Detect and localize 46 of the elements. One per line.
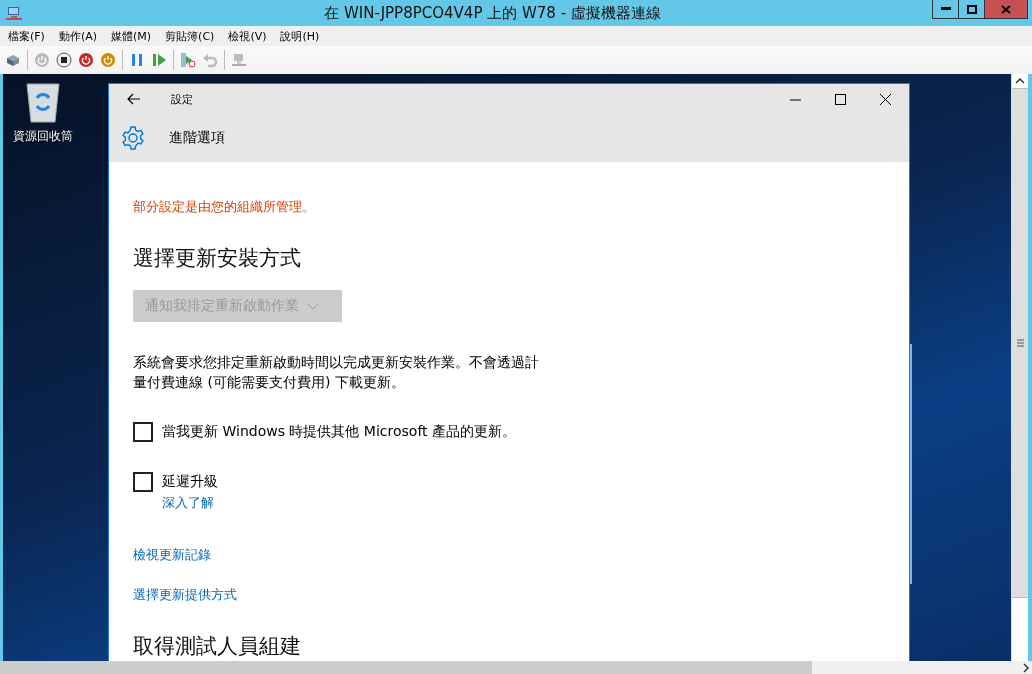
pause-icon[interactable] — [129, 52, 145, 68]
close-icon — [1001, 4, 1011, 14]
minimize-icon — [940, 7, 951, 11]
window-title: 在 WIN-JPP8PCO4V4P 上的 W78 - 虛擬機器連線 — [323, 3, 662, 23]
scroll-thumb[interactable] — [0, 661, 812, 674]
settings-link[interactable]: 檢視更新記錄 — [133, 546, 211, 564]
page-title: 進階選項 — [169, 129, 225, 147]
description-text: 系統會要求您排定重新啟動時間以完成更新安裝作業。不會透過計量付費連線 (可能需要支付費用) 下載更新。 — [133, 353, 540, 392]
section-heading: 取得測試人員組建 — [133, 633, 301, 660]
power-icon[interactable] — [100, 52, 116, 68]
menu-item[interactable]: 說明(H) — [280, 28, 320, 44]
menu-item[interactable]: 檔案(F) — [8, 28, 45, 44]
menu-item[interactable]: 檢視(V) — [228, 28, 267, 44]
close-button[interactable] — [984, 0, 1028, 19]
menu-item[interactable]: 媒體(M) — [111, 28, 152, 44]
settings-link[interactable]: 選擇更新提供方式 — [133, 586, 237, 604]
maximize-icon — [966, 4, 977, 14]
policy-notice: 部分設定是由您的組織所管理。 — [133, 198, 315, 216]
checkbox[interactable] — [133, 472, 153, 492]
scroll-right-icon[interactable] — [1023, 662, 1029, 673]
desktop-icon-label[interactable]: 資源回收筒 — [13, 128, 73, 145]
vertical-scrollbar[interactable] — [1011, 74, 1028, 661]
settings-title: 設定 — [171, 91, 194, 107]
menu-item[interactable]: 剪貼簿(C) — [165, 28, 215, 44]
recycle-bin-icon[interactable] — [23, 80, 63, 124]
play-icon[interactable] — [151, 52, 167, 68]
scroll-up-icon[interactable] — [1015, 78, 1025, 84]
horizontal-scrollbar[interactable] — [0, 661, 1032, 674]
grip-icon — [1016, 339, 1024, 347]
chevron-down-icon — [307, 302, 319, 310]
computer-icon — [6, 5, 22, 21]
checkbox-label[interactable]: 當我更新 Windows 時提供其他 Microsoft 產品的更新。 — [162, 423, 516, 441]
menu-item[interactable]: 動作(A) — [58, 28, 98, 44]
settings-icon — [121, 126, 145, 150]
section-heading: 選擇更新安裝方式 — [133, 245, 301, 272]
checkbox-label[interactable]: 延遲升級 — [162, 473, 218, 491]
power-icon[interactable] — [78, 52, 94, 68]
close-icon[interactable] — [880, 93, 891, 105]
checkbox[interactable] — [133, 422, 153, 442]
scroll-thumb[interactable] — [1012, 88, 1028, 598]
maximize-icon[interactable] — [835, 93, 846, 105]
snapshot-icon[interactable] — [180, 52, 196, 68]
learn-more-link[interactable]: 深入了解 — [162, 494, 218, 512]
minimize-button[interactable] — [932, 0, 959, 19]
back-arrow-icon[interactable] — [127, 93, 141, 105]
stop-icon[interactable] — [56, 52, 72, 68]
